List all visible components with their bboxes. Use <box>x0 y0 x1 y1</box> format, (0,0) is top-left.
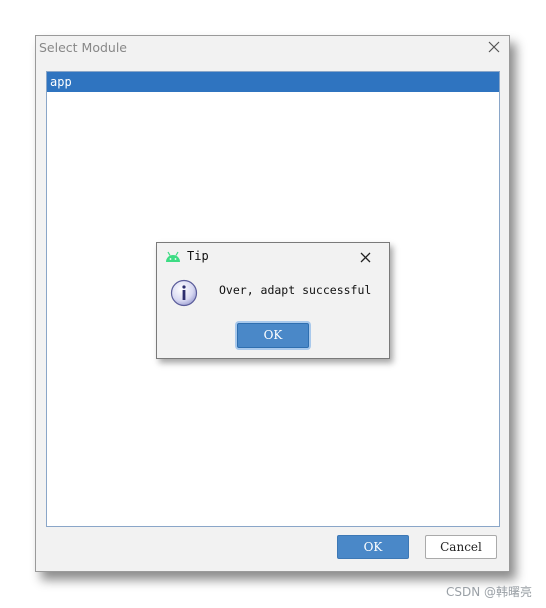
cancel-button[interactable]: Cancel <box>425 535 497 559</box>
close-icon[interactable] <box>487 40 501 54</box>
close-icon[interactable] <box>360 252 371 263</box>
list-item[interactable]: app <box>47 72 499 92</box>
dialog-title: Select Module <box>39 40 127 55</box>
tip-title: Tip <box>187 249 209 263</box>
watermark: CSDN @韩曙亮 <box>445 585 532 599</box>
tip-dialog: Tip Over, adapt successful OK <box>156 242 390 359</box>
tip-ok-button[interactable]: OK <box>237 323 309 348</box>
tip-message: Over, adapt successful <box>219 283 372 297</box>
ok-button[interactable]: OK <box>337 535 409 559</box>
info-icon <box>170 279 198 307</box>
android-icon <box>166 251 180 262</box>
